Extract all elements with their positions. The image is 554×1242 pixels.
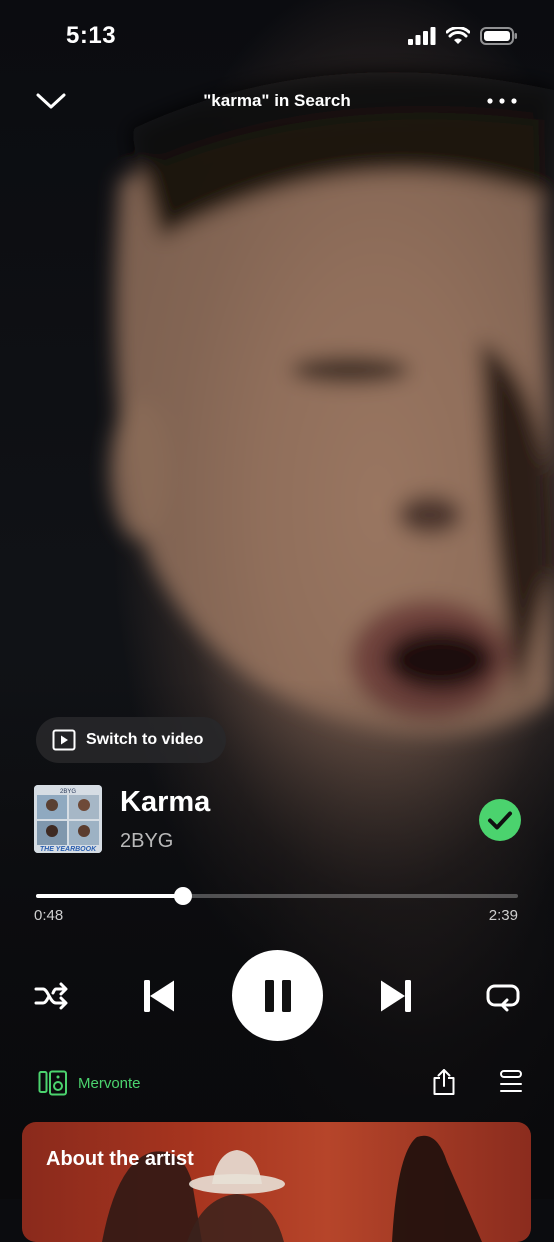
about-artist-title: About the artist — [46, 1148, 194, 1170]
check-icon[interactable] — [478, 798, 522, 842]
share-button[interactable] — [432, 1068, 456, 1101]
total-time: 2:39 — [488, 907, 518, 924]
progress-thumb[interactable] — [174, 887, 192, 905]
battery-icon — [480, 27, 517, 45]
track-artist[interactable]: 2BYG — [120, 830, 173, 853]
switch-to-video-button[interactable]: Switch to video — [36, 717, 226, 763]
elapsed-time: 0:48 — [34, 907, 64, 924]
svg-text:2BYG: 2BYG — [60, 789, 76, 795]
next-icon — [381, 980, 411, 1012]
playing-from-context: "karma" in Search — [203, 91, 351, 110]
repeat-button[interactable] — [485, 980, 521, 1012]
about-artist-card[interactable]: About the artist — [22, 1122, 531, 1242]
status-icons — [408, 26, 518, 46]
previous-button[interactable] — [142, 979, 176, 1013]
more-icon[interactable] — [486, 92, 518, 110]
player-header: "karma" in Search — [0, 80, 554, 124]
share-icon — [433, 1069, 455, 1095]
playback-controls — [0, 950, 554, 1042]
bottom-actions: Mervonte — [0, 1066, 554, 1102]
device-name: Mervonte — [78, 1074, 141, 1092]
previous-icon — [144, 980, 174, 1012]
video-icon — [52, 729, 76, 751]
shuffle-button[interactable] — [34, 980, 70, 1012]
album-cover[interactable]: 2BYG THE YEARBOOK — [34, 785, 102, 853]
status-bar: 5:13 — [0, 0, 554, 70]
pause-icon — [264, 979, 291, 1012]
signal-icon — [408, 27, 436, 45]
svg-text:THE YEARBOOK: THE YEARBOOK — [40, 846, 97, 853]
connected-device-button[interactable]: Mervonte — [38, 1070, 141, 1096]
next-button[interactable] — [379, 979, 413, 1013]
status-time: 5:13 — [66, 22, 117, 49]
progress-fill — [36, 894, 183, 898]
track-title[interactable]: Karma — [120, 786, 210, 819]
speaker-device-icon — [38, 1070, 67, 1096]
shuffle-icon — [34, 982, 68, 1010]
switch-to-video-label: Switch to video — [86, 731, 204, 748]
queue-button[interactable] — [500, 1070, 522, 1101]
progress-bar[interactable] — [36, 884, 518, 908]
repeat-icon — [486, 984, 520, 1012]
wifi-icon — [446, 27, 470, 44]
pause-button[interactable] — [232, 950, 323, 1041]
queue-icon — [500, 1070, 522, 1092]
